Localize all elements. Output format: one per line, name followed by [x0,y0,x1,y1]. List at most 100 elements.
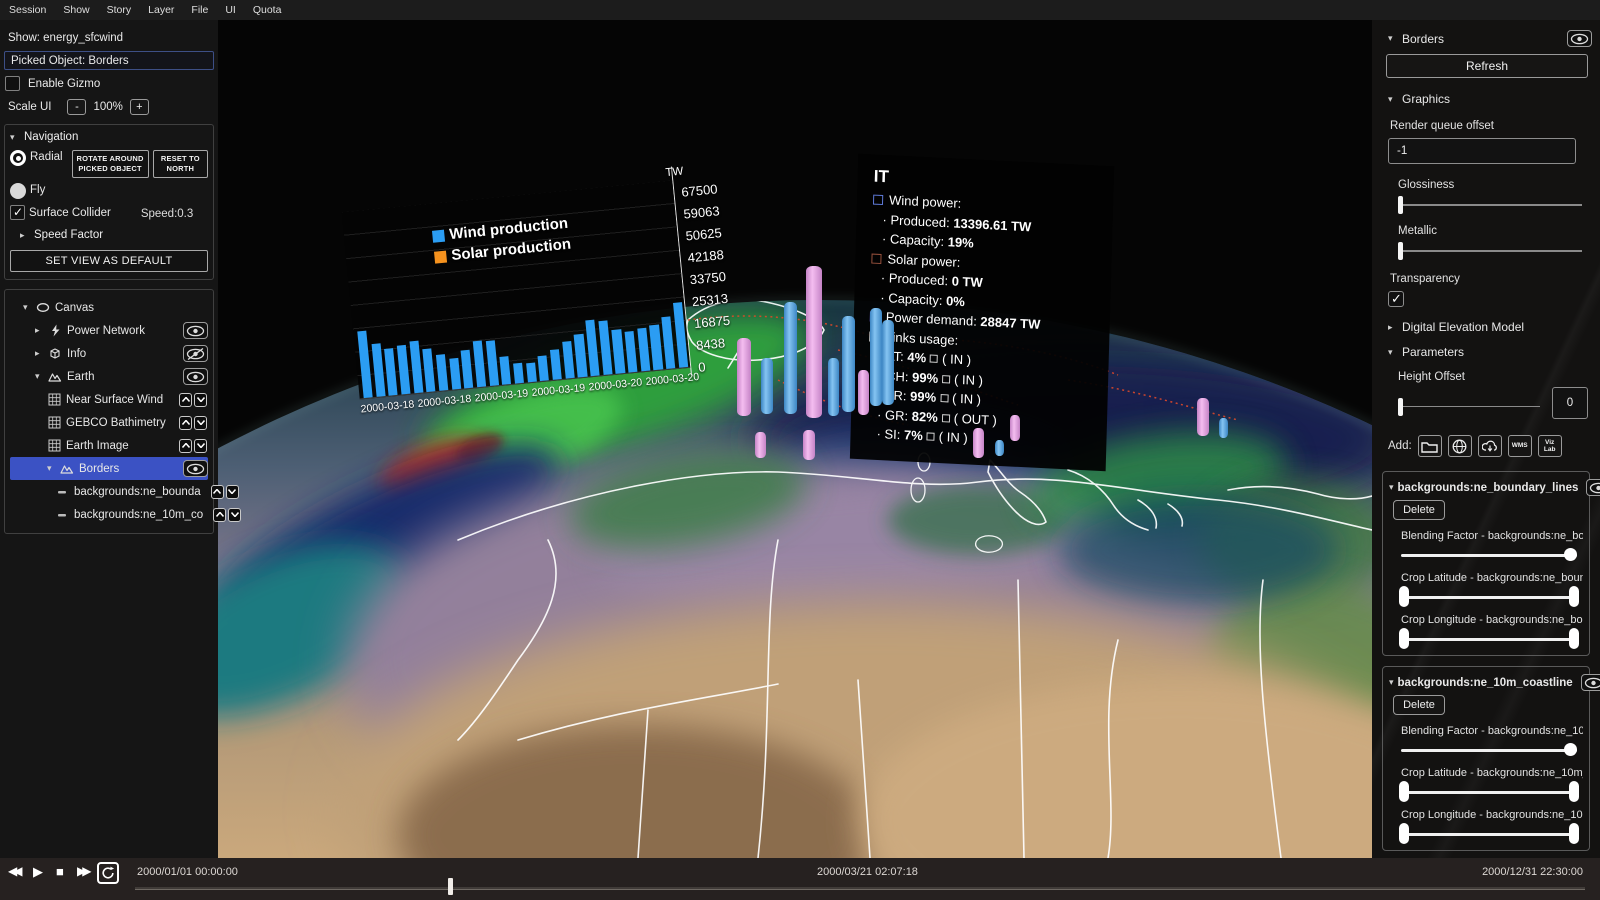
chevron-down-icon[interactable]: ▾ [10,132,18,143]
menu-file[interactable]: File [191,4,208,16]
enable-gizmo-checkbox[interactable] [5,76,20,91]
slider-handle-max[interactable] [1569,781,1579,802]
globe-viewport[interactable]: Wind production Solar production 2000-03… [218,20,1372,858]
chevron-down-icon[interactable]: ▾ [1389,677,1394,688]
menu-layer[interactable]: Layer [148,4,174,16]
chevron-right-icon[interactable]: ▸ [20,230,28,241]
chevron-down-icon[interactable]: ▾ [35,371,43,382]
timeline-scrubber-handle[interactable] [448,878,453,895]
visibility-eye-button[interactable] [183,368,208,385]
tree-item-earth[interactable]: ▾ Earth [10,365,208,388]
reset-north-button[interactable]: RESET TO NORTH [153,150,208,178]
play-button[interactable]: ▶ [33,864,43,880]
menu-ui[interactable]: UI [225,4,236,16]
move-up-button[interactable] [179,416,192,430]
move-down-button[interactable] [228,508,241,522]
slider-handle[interactable] [1564,743,1577,756]
slider-handle[interactable] [1398,242,1403,260]
delete-layer-button[interactable]: Delete [1393,695,1445,715]
slider-handle-min[interactable] [1399,823,1409,844]
add-wms-button[interactable]: WMS [1508,435,1532,457]
slider-handle-min[interactable] [1399,781,1409,802]
tree-item-info[interactable]: ▸ Info [10,342,208,365]
refresh-button[interactable]: Refresh [1386,54,1588,78]
slider-handle[interactable] [1564,548,1577,561]
menu-show[interactable]: Show [63,4,89,16]
transparency-checkbox[interactable] [1388,291,1404,307]
surface-collider-checkbox[interactable] [10,205,25,220]
render-queue-input[interactable] [1388,138,1576,164]
loop-button[interactable] [97,862,119,884]
menu-session[interactable]: Session [9,4,46,16]
blending-factor-slider[interactable] [1401,548,1577,562]
menu-quota[interactable]: Quota [253,4,282,16]
chevron-down-icon[interactable]: ▾ [47,463,55,474]
add-cloud-download-button[interactable] [1478,435,1502,457]
add-globe-button[interactable] [1448,435,1472,457]
crop-longitude-slider[interactable] [1401,632,1577,646]
visibility-eye-button[interactable] [183,322,208,339]
move-up-button[interactable] [211,485,224,499]
visibility-eye-button[interactable] [183,460,208,477]
chevron-down-icon[interactable]: ▾ [1388,94,1396,105]
move-down-button[interactable] [194,439,207,453]
scale-plus-button[interactable]: + [130,99,149,115]
slider-handle-min[interactable] [1399,628,1409,649]
chevron-down-icon[interactable]: ▾ [1388,33,1396,44]
tree-item-ne-boundary[interactable]: backgrounds:ne_bounda [10,480,208,503]
move-down-button[interactable] [226,485,239,499]
slider-handle-max[interactable] [1569,586,1579,607]
menu-story[interactable]: Story [107,4,132,16]
visibility-eye-button[interactable] [1586,479,1600,496]
glossiness-slider[interactable] [1398,198,1582,212]
slider-handle[interactable] [1398,196,1403,214]
rotate-around-button[interactable]: ROTATE AROUND PICKED OBJECT [72,150,149,178]
timeline-track[interactable] [135,887,1585,890]
slider-handle-max[interactable] [1569,823,1579,844]
crop-longitude-label: Crop Longitude - backgrounds:ne_10m_ [1401,809,1583,821]
height-offset-slider[interactable] [1398,400,1540,414]
blending-factor-slider[interactable] [1401,743,1577,757]
add-file-button[interactable] [1418,435,1442,457]
tree-item-ne-coastline[interactable]: backgrounds:ne_10m_co [10,503,208,526]
fast-forward-button[interactable]: ▶▶ [77,864,87,878]
slider-handle[interactable] [1398,398,1403,416]
picked-object-box[interactable]: Picked Object: Borders [4,51,214,70]
move-up-button[interactable] [213,508,226,522]
crop-latitude-slider[interactable] [1401,590,1577,604]
add-vizlab-button[interactable]: VizLab [1538,435,1562,457]
scale-minus-button[interactable]: - [67,99,86,115]
set-view-default-button[interactable]: SET VIEW AS DEFAULT [10,250,208,272]
chevron-down-icon[interactable]: ▾ [1388,347,1396,358]
tree-item-canvas[interactable]: ▾ Canvas [10,296,208,319]
chevron-right-icon[interactable]: ▸ [35,348,43,359]
chevron-right-icon[interactable]: ▸ [1388,322,1396,333]
tree-item-power-network[interactable]: ▸ Power Network [10,319,208,342]
move-down-button[interactable] [194,416,207,430]
delete-layer-button[interactable]: Delete [1393,500,1445,520]
crop-latitude-slider[interactable] [1401,785,1577,799]
chevron-right-icon[interactable]: ▸ [35,325,43,336]
tree-item-label: Borders [79,463,119,475]
slider-handle-min[interactable] [1399,586,1409,607]
stop-button[interactable]: ■ [56,864,64,879]
visibility-eye-off-button[interactable] [183,345,208,362]
tree-item-gebco-bathimetry[interactable]: GEBCO Bathimetry [10,411,208,434]
tree-item-near-surface-wind[interactable]: Near Surface Wind [10,388,208,411]
move-down-button[interactable] [194,393,207,407]
visibility-eye-button[interactable] [1567,30,1592,47]
chevron-down-icon[interactable]: ▾ [1389,482,1394,493]
slider-handle-max[interactable] [1569,628,1579,649]
fly-radio[interactable] [10,183,26,199]
move-up-button[interactable] [179,393,192,407]
tree-item-earth-image[interactable]: Earth Image [10,434,208,457]
tree-item-borders[interactable]: ▾ Borders [10,457,208,480]
move-up-button[interactable] [179,439,192,453]
crop-longitude-slider[interactable] [1401,827,1577,841]
metallic-slider[interactable] [1398,244,1582,258]
radial-radio[interactable] [10,150,26,166]
height-offset-input[interactable] [1552,387,1588,419]
chevron-down-icon[interactable]: ▾ [23,302,31,313]
visibility-eye-button[interactable] [1581,674,1600,691]
skip-back-button[interactable]: ◀◀ [8,864,18,878]
